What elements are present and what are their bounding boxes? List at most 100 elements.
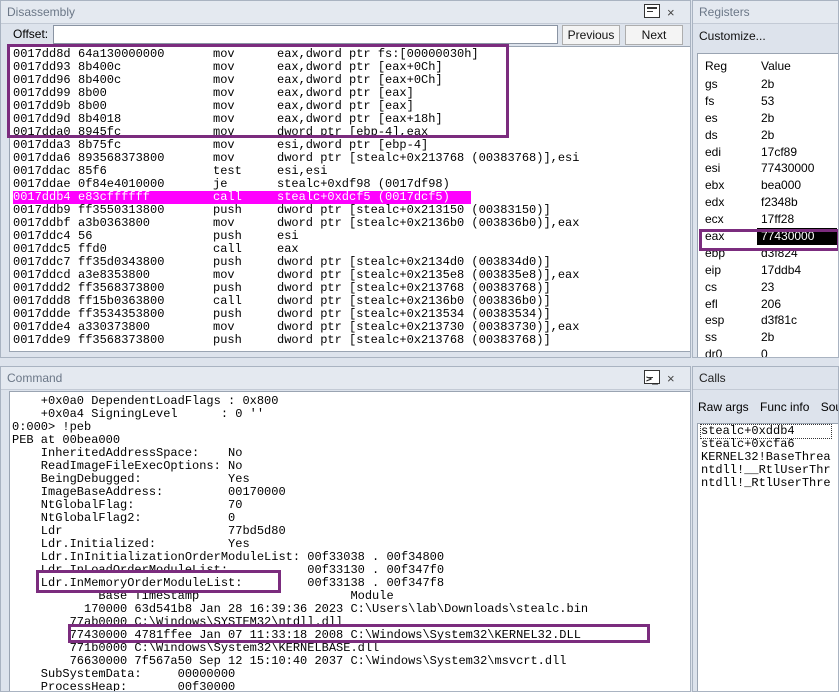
window-menu-icon[interactable] [644, 4, 660, 18]
disassembly-title-bar: Disassembly × [1, 1, 690, 24]
next-button[interactable]: Next [625, 25, 683, 45]
register-value: 17cf89 [761, 144, 798, 159]
customize-button[interactable]: Customize... [699, 29, 766, 43]
register-row-eip[interactable]: eip 17ddb4 [698, 262, 838, 279]
call-frame-row[interactable]: ntdll!_RtlUserThre [701, 477, 831, 490]
command-prompt-icon[interactable]: >_ [644, 370, 660, 385]
register-row-edi[interactable]: edi 17cf89 [698, 144, 838, 161]
calls-panel: Calls Raw args Func info Sour stealc+0xd… [692, 366, 839, 692]
register-value: 17ff28 [761, 212, 795, 227]
register-row-dr0[interactable]: dr0 0 [698, 346, 838, 358]
calls-title-bar: Calls [693, 367, 838, 390]
register-name: es [705, 110, 718, 125]
disassembly-title: Disassembly [7, 5, 76, 19]
previous-button[interactable]: Previous [562, 25, 620, 45]
register-value: 2b [761, 127, 775, 142]
register-value: 77430000 [761, 161, 815, 176]
register-name: ebx [705, 178, 725, 193]
register-name: ecx [705, 212, 724, 227]
register-row-esi[interactable]: esi 77430000 [698, 160, 838, 177]
command-output-line: +0x0a4 SigningLevel : 0 '' [12, 407, 265, 421]
register-value: 2b [761, 110, 775, 125]
calls-toolbar: Raw args Func info Sour [698, 400, 838, 414]
register-value: f2348b [761, 195, 798, 210]
register-name: efl [705, 296, 718, 311]
registers-title: Registers [699, 5, 750, 19]
command-panel: Command >_ × +0x0a0 DependentLoadFlags :… [0, 366, 691, 692]
register-name: ebp [705, 245, 726, 260]
register-value: 77430000 [757, 228, 837, 246]
disassembly-rows: 0017dd8d 64a130000000 mov eax,dword ptr fs:… [13, 48, 685, 347]
register-row-gs[interactable]: gs 2b [698, 76, 838, 93]
func-info-toggle[interactable]: Func info [760, 400, 809, 414]
value-column-header[interactable]: Value [761, 54, 791, 78]
disassembly-row[interactable]: 0017ddbf a3b0363800 mov dword ptr [stealc+0… [13, 217, 685, 230]
register-row-edx[interactable]: edx f2348b [698, 194, 838, 211]
register-row-ebx[interactable]: ebx bea000 [698, 177, 838, 194]
register-name: esi [705, 161, 721, 176]
register-name: cs [705, 279, 717, 294]
register-value: 53 [761, 93, 775, 108]
register-value: d3f824 [761, 245, 798, 260]
disassembly-listing[interactable]: 0017dd8d 64a130000000 mov eax,dword ptr fs:… [9, 46, 690, 352]
offset-input[interactable] [53, 25, 558, 44]
register-value: 206 [761, 296, 782, 311]
register-row-es[interactable]: es 2b [698, 110, 838, 127]
disassembly-row[interactable]: 0017ddc4 56 push esi [13, 230, 685, 243]
disassembly-panel: Disassembly × Offset: Previous Next 0017… [0, 0, 691, 358]
command-output-line: ProcessHeap: 00f30000 [12, 680, 236, 692]
call-frames: stealc+0xddb4 stealc+0xcfa6 KERNEL32!BaseT… [700, 424, 832, 490]
register-name: gs [705, 77, 718, 91]
offset-bar: Offset: Previous Next [1, 24, 690, 45]
register-value: d3f81c [761, 313, 798, 328]
mnemonic: push [213, 333, 242, 347]
register-name: esp [705, 313, 725, 328]
register-row-esp[interactable]: esp d3f81c [698, 312, 838, 329]
reg-column-header[interactable]: Reg [705, 54, 727, 78]
register-name: eip [705, 262, 722, 277]
command-title-bar: Command >_ × [1, 367, 690, 390]
register-name: ds [705, 127, 718, 142]
command-lines: +0x0a0 DependentLoadFlags : 0x800 +0x0a4… [12, 395, 588, 692]
command-title: Command [7, 371, 63, 385]
source-toggle[interactable]: Sour [821, 400, 838, 414]
disassembly-row[interactable]: 0017dda6 893568373800 mov dword ptr [stealc… [13, 152, 685, 165]
registers-panel: Registers Customize... Reg Value gs 2b fs 5… [692, 0, 839, 358]
register-name: eax [705, 229, 725, 244]
registers-table: Reg Value gs 2b fs 53 es 2b ds 2b edi 17cf89 esi 77… [697, 53, 838, 358]
address: 0017dde9 [13, 333, 71, 347]
register-rows: gs 2b fs 53 es 2b ds 2b edi 17cf89 esi 77430000 ebx b… [698, 76, 838, 358]
register-row-ebp[interactable]: ebp d3f824 [698, 245, 838, 262]
call-stack-list[interactable]: stealc+0xddb4 stealc+0xcfa6 KERNEL32!BaseT… [697, 423, 838, 691]
register-name: fs [705, 93, 715, 108]
register-row-eax[interactable]: eax 77430000 [698, 228, 838, 246]
register-value: 23 [761, 279, 775, 294]
register-name: dr0 [705, 347, 723, 358]
opcode-bytes: ff3568373800 [78, 333, 165, 347]
calls-title: Calls [699, 371, 726, 385]
register-name: edi [705, 144, 722, 159]
operands: dword ptr [stealc+0x213768 (00383768)] [277, 333, 551, 347]
register-row-ds[interactable]: ds 2b [698, 127, 838, 144]
register-value: bea000 [761, 178, 802, 193]
operands: dword ptr [stealc+0x2136b0 (003836b0)],e… [277, 216, 580, 230]
register-value: 2b [761, 77, 775, 91]
registers-header: Reg Value [698, 54, 838, 78]
registers-title-bar: Registers [693, 1, 838, 24]
close-icon[interactable]: × [667, 368, 675, 390]
close-icon[interactable]: × [667, 2, 675, 24]
register-row-fs[interactable]: fs 53 [698, 93, 838, 110]
disassembly-row[interactable]: 0017dde9 ff3568373800 push dword ptr [steal… [13, 334, 685, 347]
register-value: 17ddb4 [761, 262, 802, 277]
offset-label: Offset: [13, 27, 49, 41]
raw-args-toggle[interactable]: Raw args [698, 400, 749, 414]
register-name: ss [705, 330, 717, 345]
register-row-cs[interactable]: cs 23 [698, 279, 838, 296]
command-output[interactable]: +0x0a0 DependentLoadFlags : 0x800 +0x0a4… [9, 391, 690, 692]
register-row-efl[interactable]: efl 206 [698, 296, 838, 313]
register-name: edx [705, 195, 725, 210]
register-row-ss[interactable]: ss 2b [698, 329, 838, 346]
register-row-ecx[interactable]: ecx 17ff28 [698, 211, 838, 228]
register-value: 0 [761, 347, 768, 358]
register-value: 2b [761, 330, 775, 345]
